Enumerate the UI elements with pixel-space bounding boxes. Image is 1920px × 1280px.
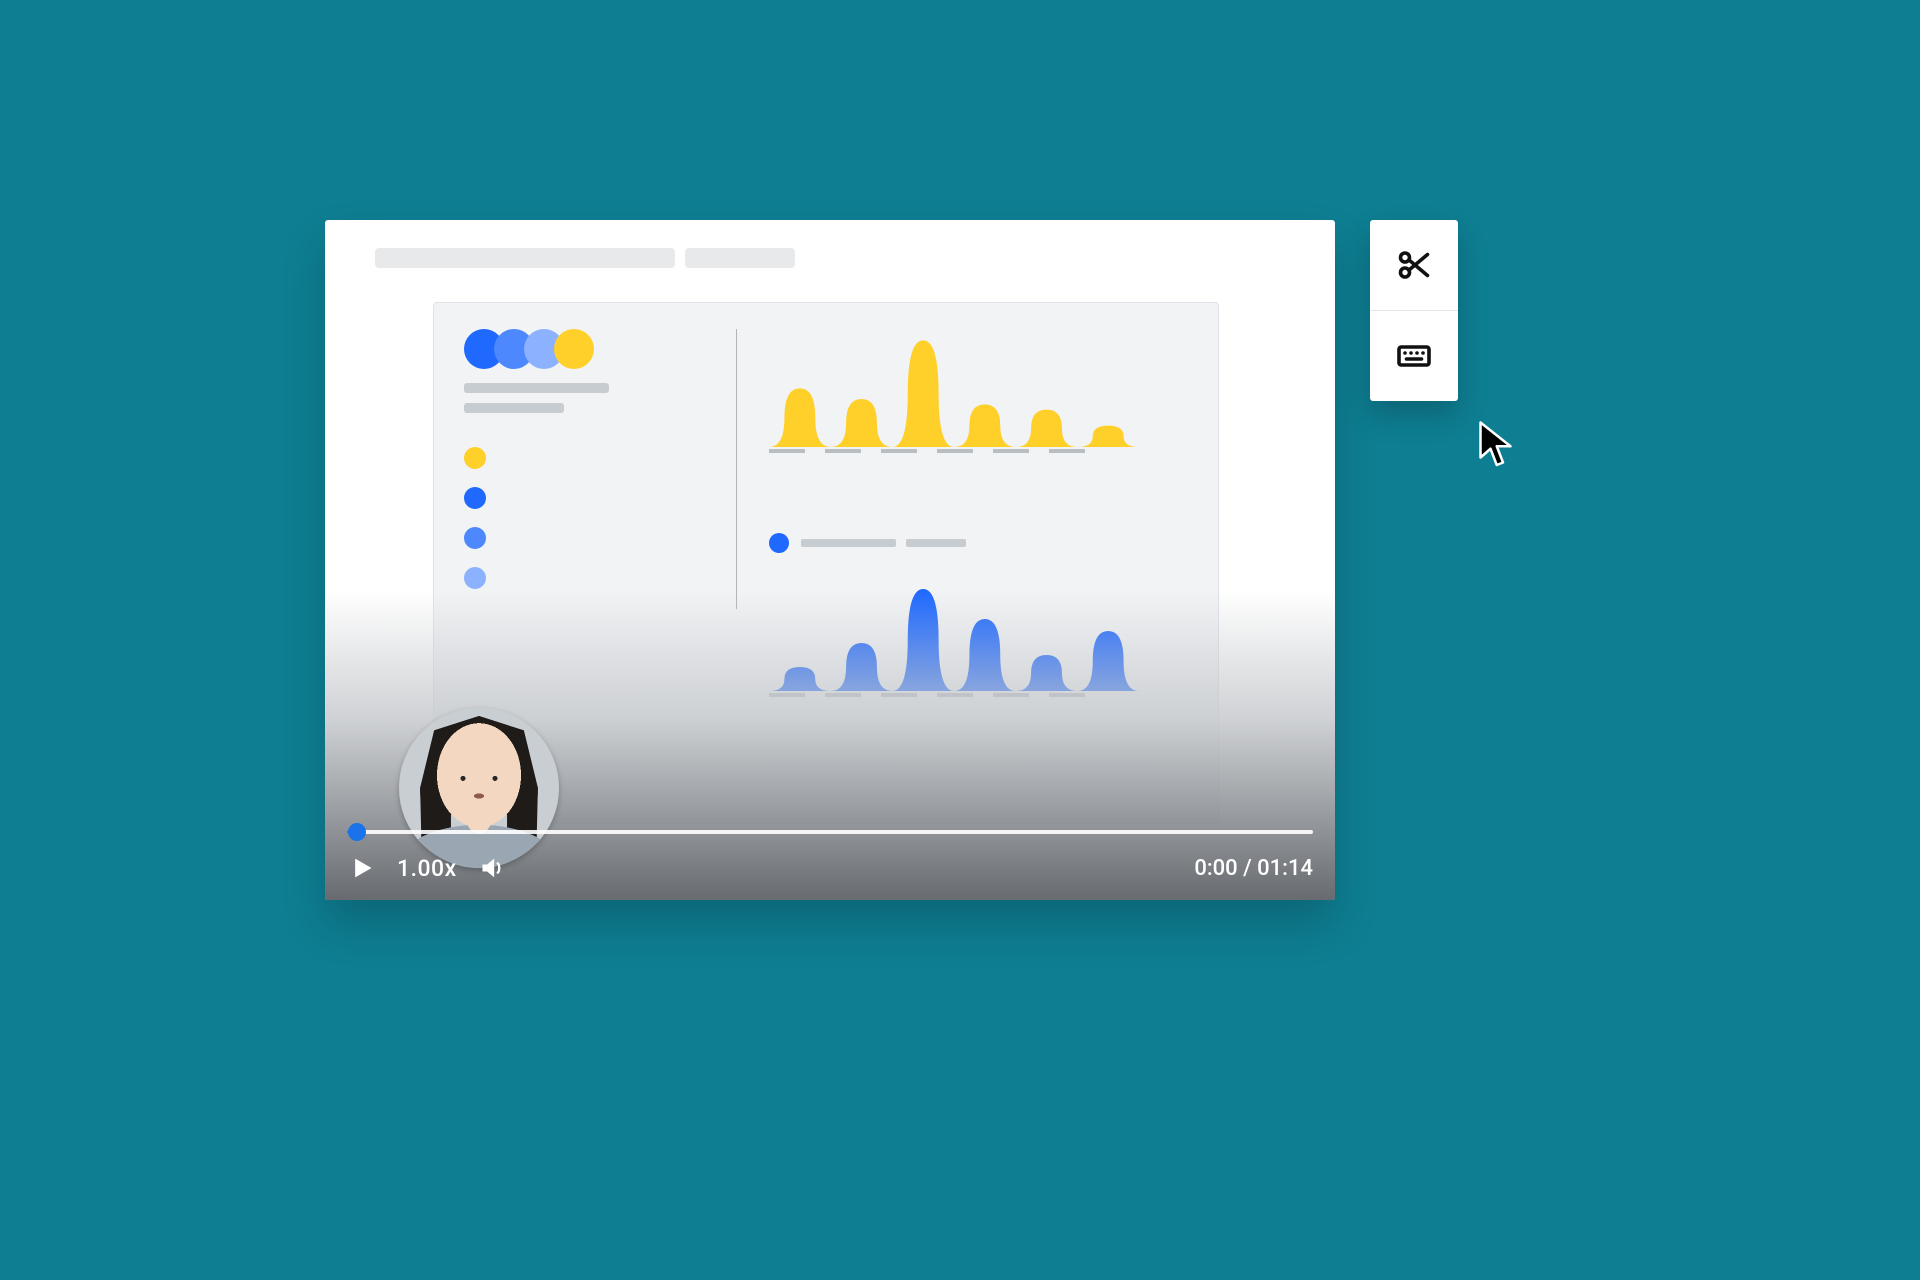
title-placeholder (375, 248, 675, 268)
legend-item (464, 527, 709, 549)
scissors-icon (1396, 247, 1432, 283)
text-placeholder (906, 539, 966, 547)
presenter-avatar (399, 708, 559, 868)
video-time-display: 0:00 / 01:14 (1194, 856, 1313, 881)
video-time-separator: / (1238, 856, 1258, 881)
chart-blue-header (769, 533, 1169, 553)
legend-dot-blue (464, 487, 486, 509)
play-button[interactable] (347, 854, 375, 882)
presentation-right-column (769, 327, 1169, 691)
palette-dots (464, 329, 709, 369)
keyboard-icon (1396, 338, 1432, 374)
text-placeholder (464, 383, 609, 393)
panel-divider (736, 329, 737, 609)
chart-yellow-area (769, 327, 1139, 447)
video-player-card: 1.00x 0:00 / 01:14 (325, 220, 1335, 900)
chart-x-ticks (769, 693, 1085, 697)
presentation-left-column (464, 329, 709, 589)
chart-header-dot (769, 533, 789, 553)
text-placeholder (801, 539, 896, 547)
legend-item (464, 487, 709, 509)
legend-dot-yellow (464, 447, 486, 469)
mouse-cursor-icon (1478, 420, 1518, 470)
play-icon (347, 854, 375, 882)
floating-toolbar (1370, 220, 1458, 401)
video-duration: 01:14 (1257, 856, 1313, 881)
chart-blue-area (769, 571, 1139, 691)
captions-button[interactable] (1370, 310, 1458, 401)
video-controls-bar: 1.00x 0:00 / 01:14 (347, 854, 1313, 882)
chart-x-ticks (769, 449, 1085, 453)
legend (464, 447, 709, 589)
palette-dot-yellow (554, 329, 594, 369)
video-progress-handle[interactable] (348, 823, 366, 841)
text-placeholder (464, 403, 564, 413)
playback-speed[interactable]: 1.00x (397, 855, 457, 882)
video-current-time: 0:00 (1194, 856, 1237, 881)
trim-button[interactable] (1370, 220, 1458, 310)
legend-item (464, 567, 709, 589)
legend-item (464, 447, 709, 469)
volume-button[interactable] (479, 854, 507, 882)
video-progress-bar[interactable] (347, 830, 1313, 834)
title-placeholder (685, 248, 795, 268)
legend-dot-light-blue (464, 567, 486, 589)
volume-icon (479, 854, 507, 882)
legend-dot-mid-blue (464, 527, 486, 549)
